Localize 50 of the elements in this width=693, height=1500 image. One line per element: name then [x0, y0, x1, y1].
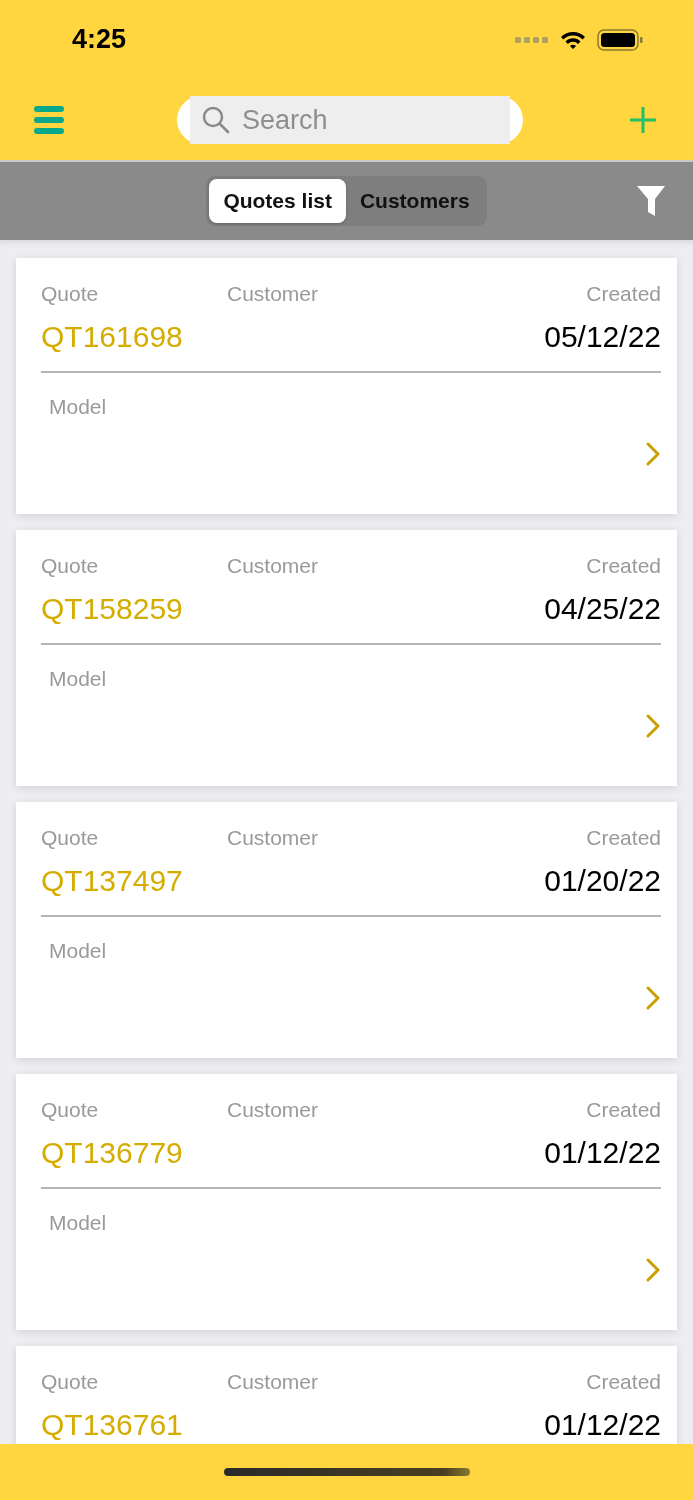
tab[interactable]: Quotes list — [209, 179, 346, 223]
model-label: Model — [49, 667, 107, 691]
created-date: 01/12/22 — [544, 1136, 661, 1170]
search-icon — [202, 106, 230, 134]
created-date: 05/12/22 — [544, 320, 661, 354]
created-label: Created — [586, 282, 661, 306]
chevron-icon — [645, 1257, 661, 1283]
search-input[interactable]: Search — [240, 103, 494, 137]
chevron-icon — [645, 713, 661, 739]
quote-label: Quote — [41, 826, 100, 850]
created-date: 04/25/22 — [544, 592, 661, 626]
menu-icon[interactable] — [34, 106, 64, 134]
model-label: Model — [49, 395, 107, 419]
quote-number: QT158259 — [41, 592, 183, 626]
quote-card[interactable]: Quote Customer Created QT136779 01/12/22 Model — [16, 1074, 677, 1330]
quote-label: Quote — [41, 1098, 100, 1122]
quote-label: Quote — [41, 554, 100, 578]
chevron-icon — [645, 441, 661, 467]
created-label: Created — [586, 826, 661, 850]
filter-icon[interactable] — [637, 186, 665, 216]
battery-icon — [597, 29, 643, 51]
customer-label: Customer — [227, 1370, 320, 1394]
quote-card[interactable]: Quote Customer Created QT136761 01/12/22 — [16, 1346, 677, 1444]
tab[interactable]: Customers — [345, 179, 484, 223]
quote-label: Quote — [41, 282, 100, 306]
quote-number: QT136761 — [41, 1408, 183, 1442]
quote-number: QT161698 — [41, 320, 183, 354]
customer-label: Customer — [227, 826, 320, 850]
model-label: Model — [49, 939, 107, 963]
quote-card[interactable]: Quote Customer Created QT161698 05/12/22 Model — [16, 258, 677, 514]
created-date: 01/12/22 — [544, 1408, 661, 1442]
chevron-icon — [645, 985, 661, 1011]
customer-label: Customer — [227, 1098, 320, 1122]
created-label: Created — [586, 1098, 661, 1122]
quote-number: QT136779 — [41, 1136, 183, 1170]
created-label: Created — [586, 1370, 661, 1394]
signal-icon — [515, 37, 549, 43]
created-label: Created — [586, 554, 661, 578]
customer-label: Customer — [227, 554, 320, 578]
search-field[interactable]: Search — [190, 96, 510, 144]
created-date: 01/20/22 — [544, 864, 661, 898]
quote-label: Quote — [41, 1370, 100, 1394]
wifi-icon — [559, 30, 587, 50]
status-time: 4:25 — [72, 23, 127, 55]
quote-card[interactable]: Quote Customer Created QT158259 04/25/22 Model — [16, 530, 677, 786]
quote-card[interactable]: Quote Customer Created QT137497 01/20/22 Model — [16, 802, 677, 1058]
add-icon[interactable] — [628, 105, 658, 135]
model-label: Model — [49, 1211, 107, 1235]
quote-number: QT137497 — [41, 864, 183, 898]
customer-label: Customer — [227, 282, 320, 306]
